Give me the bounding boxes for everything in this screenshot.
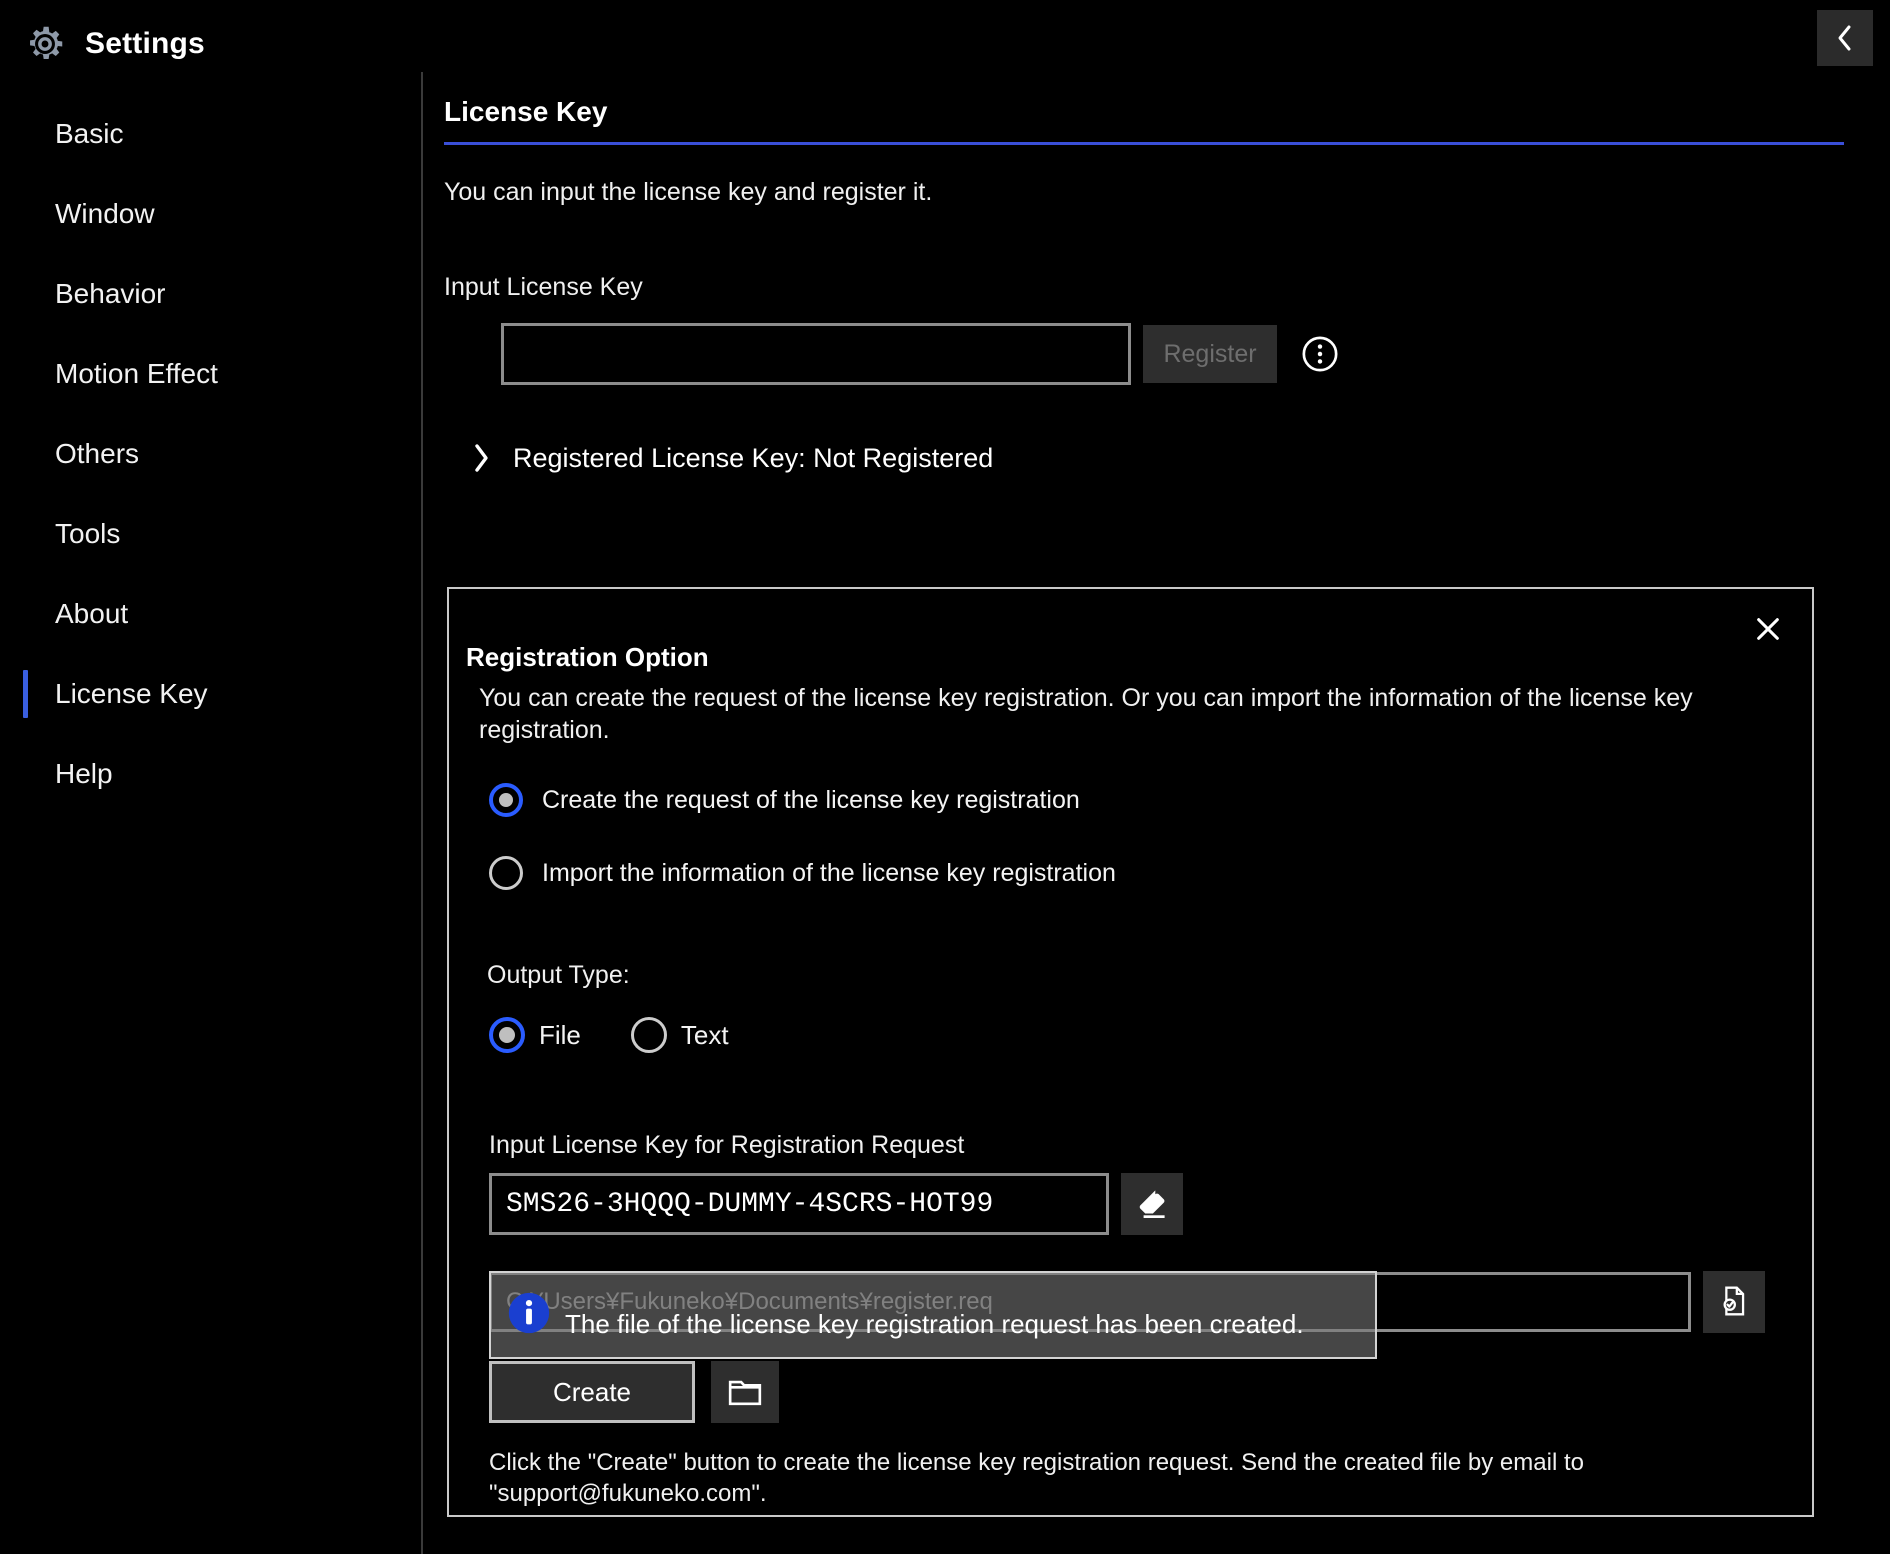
sidebar-item-label: Motion Effect [55,358,218,389]
browse-folder-button[interactable] [711,1361,779,1423]
output-type-group: File Text [489,1017,729,1053]
settings-window: Settings Basic Window Behavior Motion Ef… [0,0,1890,1554]
radio-label: File [539,1019,581,1050]
radio-create-request[interactable]: Create the request of the license key re… [489,783,1080,817]
sidebar-item-label: Help [55,758,113,789]
document-check-icon [1717,1284,1751,1321]
sidebar-item-basic[interactable]: Basic [0,94,420,174]
radio-indicator-selected [489,1017,525,1053]
output-type-label: Output Type: [487,961,630,989]
title-underline [444,142,1844,145]
registered-key-row[interactable]: Registered License Key: Not Registered [444,441,1890,475]
app-title: Settings [85,27,205,60]
sidebar-item-motion-effect[interactable]: Motion Effect [0,334,420,414]
sidebar-nav: Basic Window Behavior Motion Effect Othe… [0,94,420,814]
sidebar-header: Settings [0,0,420,72]
radio-output-text[interactable]: Text [630,1017,729,1053]
sidebar-item-behavior[interactable]: Behavior [0,254,420,334]
license-key-input[interactable] [501,323,1131,385]
sidebar-item-tools[interactable]: Tools [0,494,420,574]
radio-indicator-unselected [630,1017,667,1053]
dialog-description: You can create the request of the licens… [479,684,1693,744]
sidebar-item-label: About [55,598,129,629]
radio-output-file[interactable]: File [489,1017,581,1053]
radio-label: Text [680,1019,729,1050]
sidebar-item-help[interactable]: Help [0,734,420,814]
folder-icon [726,1374,764,1411]
page-description: You can input the license key and regist… [444,178,933,206]
gear-icon [22,21,68,67]
sidebar: Settings Basic Window Behavior Motion Ef… [0,0,420,1554]
sidebar-divider [421,72,423,1554]
info-circle-icon [507,1291,551,1340]
radio-import-information[interactable]: Import the information of the license ke… [489,856,1116,890]
notification-toast: The file of the license key registration… [489,1271,1377,1359]
sidebar-item-label: Others [55,438,140,469]
sidebar-item-label: License Key [55,678,208,709]
page-title: License Key [444,96,608,127]
radio-label: Create the request of the license key re… [542,785,1080,814]
close-icon [1754,615,1782,643]
sidebar-item-label: Window [55,198,155,229]
license-input-row: Register [444,323,1890,385]
radio-indicator-unselected [489,856,523,890]
sidebar-item-about[interactable]: About [0,574,420,654]
eraser-icon [1134,1185,1170,1224]
create-button[interactable]: Create [489,1361,695,1423]
notification-message: The file of the license key registration… [565,1308,1304,1339]
chevron-right-icon [471,441,491,475]
verify-file-button[interactable] [1703,1271,1765,1333]
sidebar-item-label: Behavior [55,278,166,309]
registration-option-dialog: Registration Option You can create the r… [447,587,1814,1517]
registered-key-status: Registered License Key: Not Registered [513,442,994,473]
radio-label: Import the information of the license ke… [542,858,1116,887]
request-key-label: Input License Key for Registration Reque… [489,1131,965,1159]
request-key-row [489,1173,1183,1235]
radio-indicator-selected [489,783,523,817]
license-input-label: Input License Key [444,273,643,301]
request-license-key-input[interactable] [489,1173,1109,1235]
dialog-title: Registration Option [466,642,709,672]
sidebar-item-label: Basic [55,118,124,149]
clear-key-button[interactable] [1121,1173,1183,1235]
sidebar-item-window[interactable]: Window [0,174,420,254]
sidebar-item-label: Tools [55,518,121,549]
dialog-footnote: Click the "Create" button to create the … [489,1449,1584,1508]
create-row: Create [489,1361,779,1423]
content-pane: License Key You can input the license ke… [444,0,1890,1554]
register-button[interactable]: Register [1143,325,1277,383]
sidebar-item-others[interactable]: Others [0,414,420,494]
close-dialog-button[interactable] [1746,607,1790,651]
sidebar-item-license-key[interactable]: License Key [0,654,420,734]
vertical-dots-circle-icon[interactable] [1299,333,1341,375]
